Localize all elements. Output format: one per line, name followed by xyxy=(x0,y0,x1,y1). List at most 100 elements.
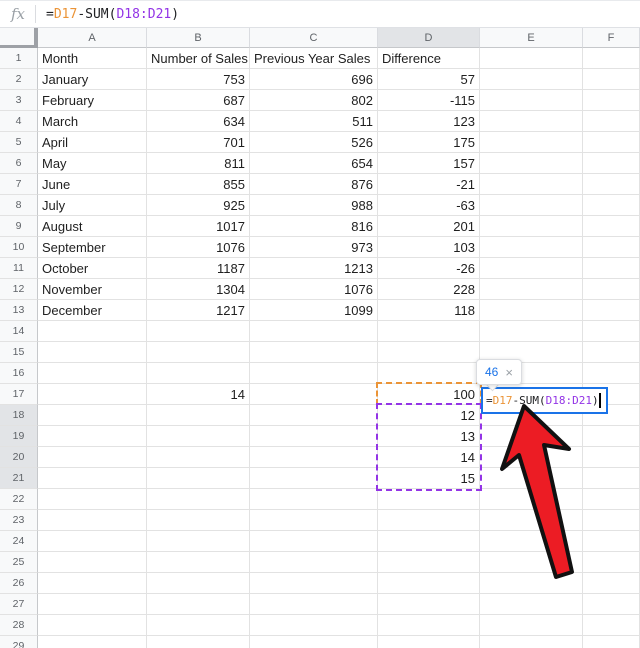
cell-E2[interactable] xyxy=(480,69,583,90)
cell-D17[interactable]: 100 xyxy=(378,384,480,405)
cell-D13[interactable]: 118 xyxy=(378,300,480,321)
cell-B11[interactable]: 1187 xyxy=(147,258,250,279)
cell-C3[interactable]: 802 xyxy=(250,90,378,111)
cell-E5[interactable] xyxy=(480,132,583,153)
cell-A18[interactable] xyxy=(38,405,147,426)
cell-B29[interactable] xyxy=(147,636,250,648)
cell-D24[interactable] xyxy=(378,531,480,552)
cell-C13[interactable]: 1099 xyxy=(250,300,378,321)
cell-E10[interactable] xyxy=(480,237,583,258)
row-header-1[interactable]: 1 xyxy=(0,48,38,69)
row-header-24[interactable]: 24 xyxy=(0,531,38,552)
cell-B18[interactable] xyxy=(147,405,250,426)
cell-C26[interactable] xyxy=(250,573,378,594)
cell-C21[interactable] xyxy=(250,468,378,489)
cell-F26[interactable] xyxy=(583,573,640,594)
cell-A2[interactable]: January xyxy=(38,69,147,90)
cell-C15[interactable] xyxy=(250,342,378,363)
cell-D6[interactable]: 157 xyxy=(378,153,480,174)
cell-A14[interactable] xyxy=(38,321,147,342)
cell-D8[interactable]: -63 xyxy=(378,195,480,216)
cell-C14[interactable] xyxy=(250,321,378,342)
cell-B20[interactable] xyxy=(147,447,250,468)
cell-C6[interactable]: 654 xyxy=(250,153,378,174)
cell-D21[interactable]: 15 xyxy=(378,468,480,489)
cell-A15[interactable] xyxy=(38,342,147,363)
cell-E3[interactable] xyxy=(480,90,583,111)
cell-A8[interactable]: July xyxy=(38,195,147,216)
cell-B21[interactable] xyxy=(147,468,250,489)
cell-F14[interactable] xyxy=(583,321,640,342)
row-header-29[interactable]: 29 xyxy=(0,636,38,648)
cell-E7[interactable] xyxy=(480,174,583,195)
cell-F20[interactable] xyxy=(583,447,640,468)
cell-F12[interactable] xyxy=(583,279,640,300)
cell-F29[interactable] xyxy=(583,636,640,648)
cell-D15[interactable] xyxy=(378,342,480,363)
column-header-D[interactable]: D xyxy=(378,28,480,48)
cell-A13[interactable]: December xyxy=(38,300,147,321)
select-all-corner[interactable] xyxy=(0,28,38,48)
cell-D1[interactable]: Difference xyxy=(378,48,480,69)
cell-A7[interactable]: June xyxy=(38,174,147,195)
cell-C2[interactable]: 696 xyxy=(250,69,378,90)
row-header-8[interactable]: 8 xyxy=(0,195,38,216)
cell-B16[interactable] xyxy=(147,363,250,384)
cell-B24[interactable] xyxy=(147,531,250,552)
cell-C17[interactable] xyxy=(250,384,378,405)
cell-D2[interactable]: 57 xyxy=(378,69,480,90)
cell-D12[interactable]: 228 xyxy=(378,279,480,300)
cell-E11[interactable] xyxy=(480,258,583,279)
cell-A4[interactable]: March xyxy=(38,111,147,132)
cell-F2[interactable] xyxy=(583,69,640,90)
cell-A21[interactable] xyxy=(38,468,147,489)
cell-A25[interactable] xyxy=(38,552,147,573)
cell-E6[interactable] xyxy=(480,153,583,174)
cell-B13[interactable]: 1217 xyxy=(147,300,250,321)
row-header-13[interactable]: 13 xyxy=(0,300,38,321)
cell-D16[interactable] xyxy=(378,363,480,384)
cell-B14[interactable] xyxy=(147,321,250,342)
cell-A5[interactable]: April xyxy=(38,132,147,153)
cell-A27[interactable] xyxy=(38,594,147,615)
cell-C7[interactable]: 876 xyxy=(250,174,378,195)
cell-E12[interactable] xyxy=(480,279,583,300)
cell-A3[interactable]: February xyxy=(38,90,147,111)
cell-F1[interactable] xyxy=(583,48,640,69)
row-header-15[interactable]: 15 xyxy=(0,342,38,363)
cell-A24[interactable] xyxy=(38,531,147,552)
row-header-19[interactable]: 19 xyxy=(0,426,38,447)
cell-D22[interactable] xyxy=(378,489,480,510)
cell-C22[interactable] xyxy=(250,489,378,510)
cell-A26[interactable] xyxy=(38,573,147,594)
cell-B25[interactable] xyxy=(147,552,250,573)
cell-B1[interactable]: Number of Sales xyxy=(147,48,250,69)
row-header-16[interactable]: 16 xyxy=(0,363,38,384)
cell-B6[interactable]: 811 xyxy=(147,153,250,174)
row-header-7[interactable]: 7 xyxy=(0,174,38,195)
cell-C27[interactable] xyxy=(250,594,378,615)
cell-F23[interactable] xyxy=(583,510,640,531)
cell-E27[interactable] xyxy=(480,594,583,615)
cell-B3[interactable]: 687 xyxy=(147,90,250,111)
cell-C10[interactable]: 973 xyxy=(250,237,378,258)
column-header-F[interactable]: F xyxy=(583,28,640,48)
cell-B23[interactable] xyxy=(147,510,250,531)
cell-E29[interactable] xyxy=(480,636,583,648)
cell-C4[interactable]: 511 xyxy=(250,111,378,132)
cell-A20[interactable] xyxy=(38,447,147,468)
cell-C18[interactable] xyxy=(250,405,378,426)
row-header-21[interactable]: 21 xyxy=(0,468,38,489)
cell-F16[interactable] xyxy=(583,363,640,384)
cell-E28[interactable] xyxy=(480,615,583,636)
cell-C20[interactable] xyxy=(250,447,378,468)
cell-E1[interactable] xyxy=(480,48,583,69)
row-header-27[interactable]: 27 xyxy=(0,594,38,615)
cell-F28[interactable] xyxy=(583,615,640,636)
cell-F10[interactable] xyxy=(583,237,640,258)
cell-C5[interactable]: 526 xyxy=(250,132,378,153)
cell-D7[interactable]: -21 xyxy=(378,174,480,195)
row-header-12[interactable]: 12 xyxy=(0,279,38,300)
cell-B4[interactable]: 634 xyxy=(147,111,250,132)
column-header-B[interactable]: B xyxy=(147,28,250,48)
